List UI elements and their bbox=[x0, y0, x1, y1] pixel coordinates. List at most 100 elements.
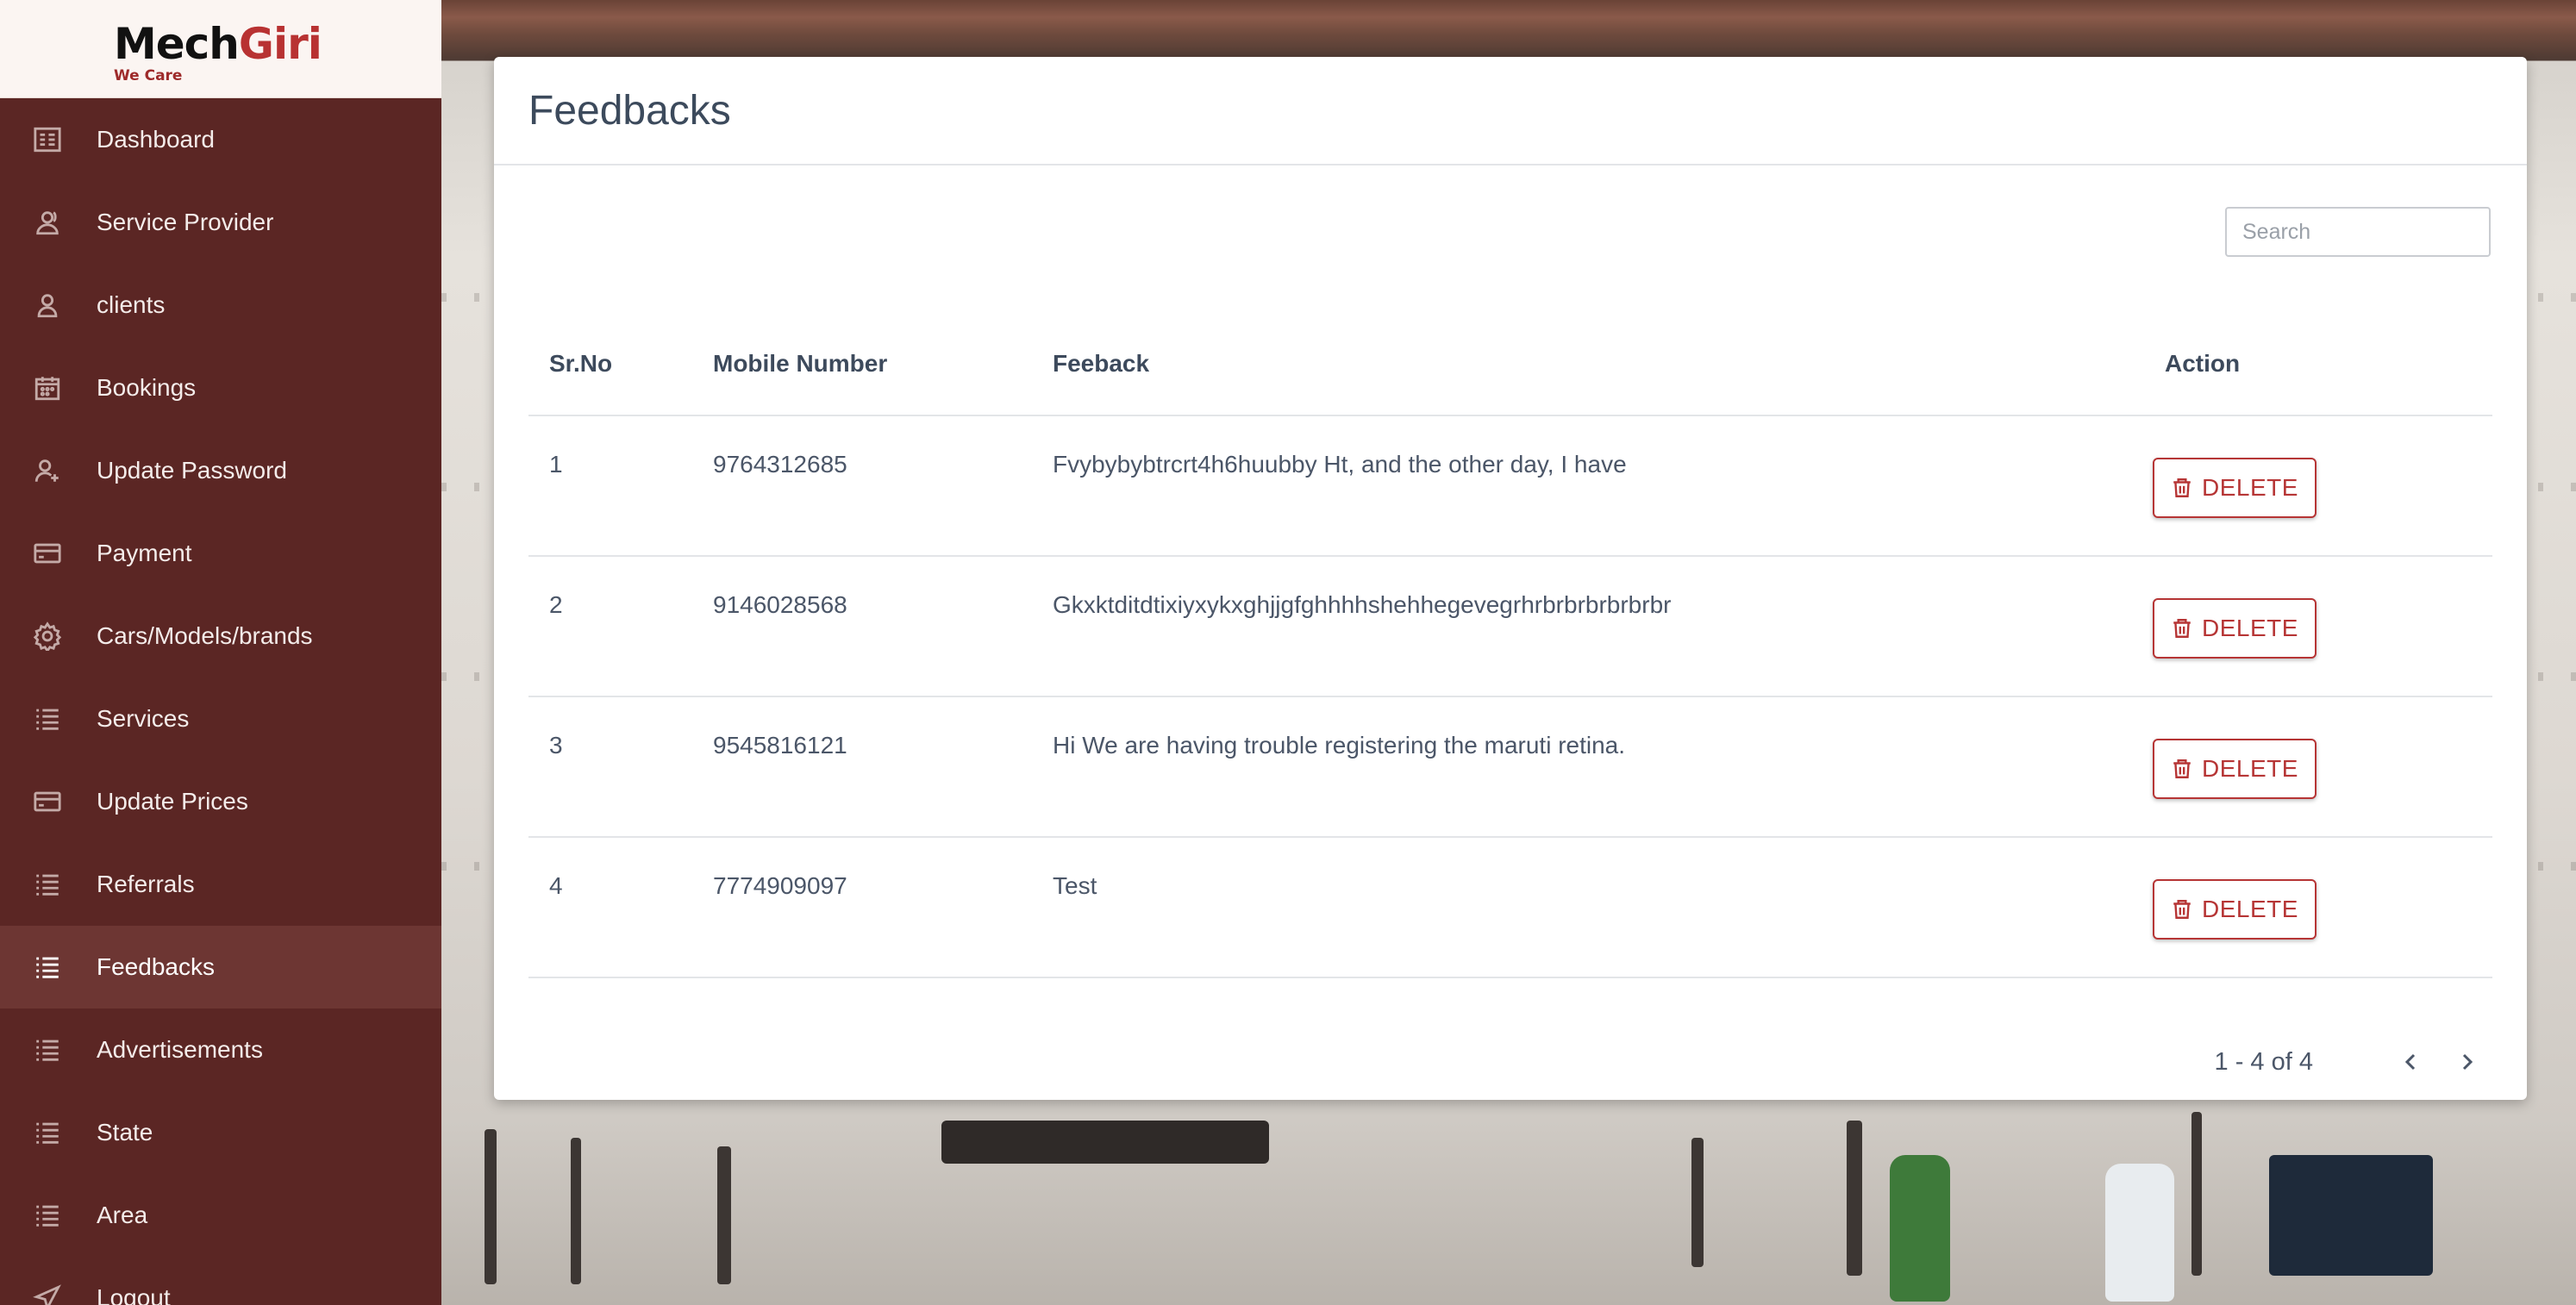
brand-tagline: We Care bbox=[114, 67, 183, 84]
trash-icon bbox=[2173, 900, 2191, 919]
cell-mobile-number: 9764312685 bbox=[692, 415, 1032, 557]
table-row: 3 9545816121 Hi We are having trouble re… bbox=[528, 696, 2492, 838]
delete-button[interactable]: DELETE bbox=[2153, 739, 2317, 799]
delete-button-label: DELETE bbox=[2202, 615, 2298, 641]
sidebar-item-label: Dashboard bbox=[97, 126, 215, 153]
pagination: 1 - 4 of 4 bbox=[2215, 1045, 2484, 1079]
sidebar-item-label: Cars/Models/brands bbox=[97, 622, 313, 649]
sidebar-item-referrals[interactable]: Referrals bbox=[0, 843, 441, 926]
list-icon bbox=[31, 868, 64, 901]
column-header-mobile-number[interactable]: Mobile Number bbox=[692, 312, 1032, 416]
brand-name: MechGiri bbox=[114, 21, 322, 67]
chevron-right-icon bbox=[2462, 1053, 2473, 1071]
calendar-icon bbox=[31, 372, 64, 404]
list-icon bbox=[31, 951, 64, 983]
cell-feedback: Fvybybybtrcrt4h6huubby Ht, and the other… bbox=[1032, 415, 2144, 557]
trash-icon bbox=[2173, 619, 2191, 638]
dashboard-icon bbox=[31, 123, 64, 156]
cell-feedback: Hi We are having trouble registering the… bbox=[1032, 696, 2144, 838]
column-header-sr-no[interactable]: Sr.No bbox=[528, 312, 692, 416]
sidebar-item-label: Logout bbox=[97, 1284, 171, 1305]
sidebar-item-advertisements[interactable]: Advertisements bbox=[0, 1008, 441, 1091]
sidebar-item-label: Area bbox=[97, 1202, 148, 1228]
sidebar: MechGiri We Care Dashboard Service Provi… bbox=[0, 0, 441, 1305]
table-row: 1 9764312685 Fvybybybtrcrt4h6huubby Ht, … bbox=[528, 415, 2492, 557]
brand-name-part1: Mech bbox=[114, 19, 240, 69]
sidebar-item-label: Payment bbox=[97, 540, 192, 566]
users-icon bbox=[31, 206, 64, 239]
sidebar-item-label: Service Provider bbox=[97, 209, 274, 235]
sidebar-item-label: Services bbox=[97, 705, 190, 732]
cell-action: DELETE bbox=[2144, 696, 2492, 838]
sidebar-item-state[interactable]: State bbox=[0, 1091, 441, 1174]
cell-feedback: Gkxktditdtixiyxykxghjjgfghhhhshehhegeveg… bbox=[1032, 556, 2144, 697]
sidebar-item-label: Advertisements bbox=[97, 1036, 263, 1063]
sidebar-item-label: State bbox=[97, 1119, 153, 1146]
feedbacks-table: Sr.No Mobile Number Feeback Action 1 976… bbox=[528, 312, 2492, 978]
cell-feedback: Test bbox=[1032, 837, 2144, 978]
sidebar-item-label: Feedbacks bbox=[97, 953, 215, 980]
sidebar-item-label: clients bbox=[97, 291, 166, 318]
delete-button-label: DELETE bbox=[2202, 755, 2298, 782]
sidebar-item-clients[interactable]: clients bbox=[0, 264, 441, 347]
cell-mobile-number: 9146028568 bbox=[692, 556, 1032, 697]
column-header-action: Action bbox=[2144, 312, 2492, 416]
card-header: Feedbacks bbox=[494, 57, 2527, 165]
list-icon bbox=[31, 1199, 64, 1232]
list-icon bbox=[31, 1116, 64, 1149]
sidebar-item-label: Update Password bbox=[97, 457, 288, 484]
credit-card-icon bbox=[31, 537, 64, 570]
brand-logo[interactable]: MechGiri We Care bbox=[0, 0, 441, 98]
sidebar-item-dashboard[interactable]: Dashboard bbox=[0, 98, 441, 181]
sidebar-item-logout[interactable]: Logout bbox=[0, 1257, 441, 1305]
gear-icon bbox=[31, 620, 64, 652]
sidebar-item-service-provider[interactable]: Service Provider bbox=[0, 181, 441, 264]
sidebar-item-feedbacks[interactable]: Feedbacks bbox=[0, 926, 441, 1008]
sidebar-item-update-prices[interactable]: Update Prices bbox=[0, 760, 441, 843]
table-row: 4 7774909097 Test DELETE bbox=[528, 837, 2492, 978]
sidebar-item-label: Bookings bbox=[97, 374, 197, 401]
table-row: 2 9146028568 Gkxktditdtixiyxykxghjjgfghh… bbox=[528, 556, 2492, 697]
cell-mobile-number: 7774909097 bbox=[692, 837, 1032, 978]
next-page-button[interactable] bbox=[2449, 1045, 2484, 1079]
sidebar-item-services[interactable]: Services bbox=[0, 677, 441, 760]
chevron-left-icon bbox=[2404, 1053, 2416, 1071]
sidebar-item-payment[interactable]: Payment bbox=[0, 512, 441, 595]
cell-sr-no: 2 bbox=[528, 556, 692, 697]
list-icon bbox=[31, 1033, 64, 1066]
user-icon bbox=[31, 289, 64, 322]
feedbacks-card: Feedbacks Sr.No Mobile Number Feeback Ac… bbox=[494, 57, 2527, 1100]
sidebar-item-area[interactable]: Area bbox=[0, 1174, 441, 1257]
cell-action: DELETE bbox=[2144, 415, 2492, 557]
pagination-range: 1 - 4 of 4 bbox=[2214, 1047, 2313, 1076]
delete-button[interactable]: DELETE bbox=[2153, 879, 2317, 940]
column-header-feedback[interactable]: Feeback bbox=[1032, 312, 2144, 416]
delete-button[interactable]: DELETE bbox=[2153, 598, 2317, 659]
logout-icon bbox=[31, 1282, 64, 1305]
trash-icon bbox=[2173, 478, 2191, 497]
delete-button[interactable]: DELETE bbox=[2153, 458, 2317, 518]
sidebar-item-cars-models-brands[interactable]: Cars/Models/brands bbox=[0, 595, 441, 677]
search-input[interactable] bbox=[2225, 207, 2491, 257]
brand-name-part2: Giri bbox=[238, 19, 322, 69]
sidebar-item-update-password[interactable]: Update Password bbox=[0, 429, 441, 512]
sidebar-item-label: Update Prices bbox=[97, 788, 248, 815]
sidebar-item-bookings[interactable]: Bookings bbox=[0, 347, 441, 429]
cell-sr-no: 1 bbox=[528, 415, 692, 557]
trash-icon bbox=[2173, 759, 2191, 778]
previous-page-button[interactable] bbox=[2394, 1045, 2429, 1079]
sidebar-item-label: Referrals bbox=[97, 871, 195, 897]
search-container bbox=[2225, 207, 2491, 257]
user-plus-icon bbox=[31, 454, 64, 487]
cell-mobile-number: 9545816121 bbox=[692, 696, 1032, 838]
list-icon bbox=[31, 702, 64, 735]
table-header-row: Sr.No Mobile Number Feeback Action bbox=[528, 312, 2492, 416]
cell-sr-no: 3 bbox=[528, 696, 692, 838]
cell-sr-no: 4 bbox=[528, 837, 692, 978]
delete-button-label: DELETE bbox=[2202, 474, 2298, 501]
sidebar-nav: Dashboard Service Provider clients Booki… bbox=[0, 98, 441, 1305]
delete-button-label: DELETE bbox=[2202, 896, 2298, 922]
cell-action: DELETE bbox=[2144, 556, 2492, 697]
cell-action: DELETE bbox=[2144, 837, 2492, 978]
credit-card-icon bbox=[31, 785, 64, 818]
